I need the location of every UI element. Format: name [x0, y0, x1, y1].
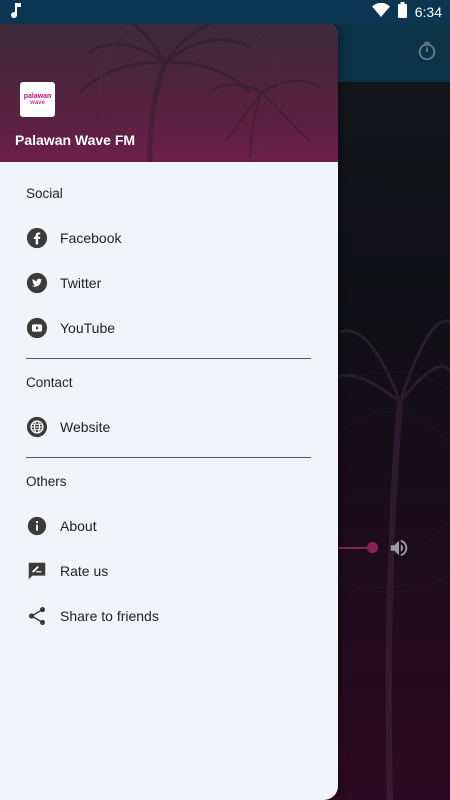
navigation-drawer: palawan wave Palawan Wave FM Social Face… — [0, 22, 338, 800]
wifi-icon — [371, 2, 390, 22]
section-title-others: Others — [26, 474, 67, 489]
share-icon — [26, 605, 48, 627]
menu-label-about: About — [60, 518, 97, 534]
youtube-icon — [26, 317, 48, 339]
menu-item-share[interactable]: Share to friends — [0, 596, 338, 636]
status-time: 6:34 — [414, 4, 442, 20]
rate-icon — [26, 560, 48, 582]
section-title-contact: Contact — [26, 375, 73, 390]
station-name: Palawan Wave FM — [15, 132, 136, 148]
divider — [26, 358, 311, 359]
logo-line2: wave — [30, 100, 45, 106]
menu-item-facebook[interactable]: Facebook — [0, 218, 338, 258]
info-icon — [26, 515, 48, 537]
menu-item-youtube[interactable]: YouTube — [0, 308, 338, 348]
menu-label-website: Website — [60, 419, 111, 435]
station-logo: palawan wave — [20, 82, 55, 117]
menu-item-rate-us[interactable]: Rate us — [0, 551, 338, 591]
section-title-social: Social — [26, 186, 63, 201]
logo-line1: palawan — [23, 93, 52, 100]
drawer-header: palawan wave Palawan Wave FM — [0, 22, 338, 162]
menu-label-share: Share to friends — [60, 608, 159, 624]
music-note-icon — [10, 2, 22, 23]
menu-item-twitter[interactable]: Twitter — [0, 263, 338, 303]
menu-label-youtube: YouTube — [60, 320, 116, 336]
divider — [26, 457, 311, 458]
menu-label-rate-us: Rate us — [60, 563, 109, 579]
menu-item-about[interactable]: About — [0, 506, 338, 546]
twitter-icon — [26, 272, 48, 294]
menu-label-twitter: Twitter — [60, 275, 102, 291]
globe-icon — [26, 416, 48, 438]
menu-item-website[interactable]: Website — [0, 407, 338, 447]
battery-icon — [397, 1, 407, 23]
status-bar: 6:34 — [0, 0, 450, 24]
facebook-icon — [26, 227, 48, 249]
menu-label-facebook: Facebook — [60, 230, 122, 246]
